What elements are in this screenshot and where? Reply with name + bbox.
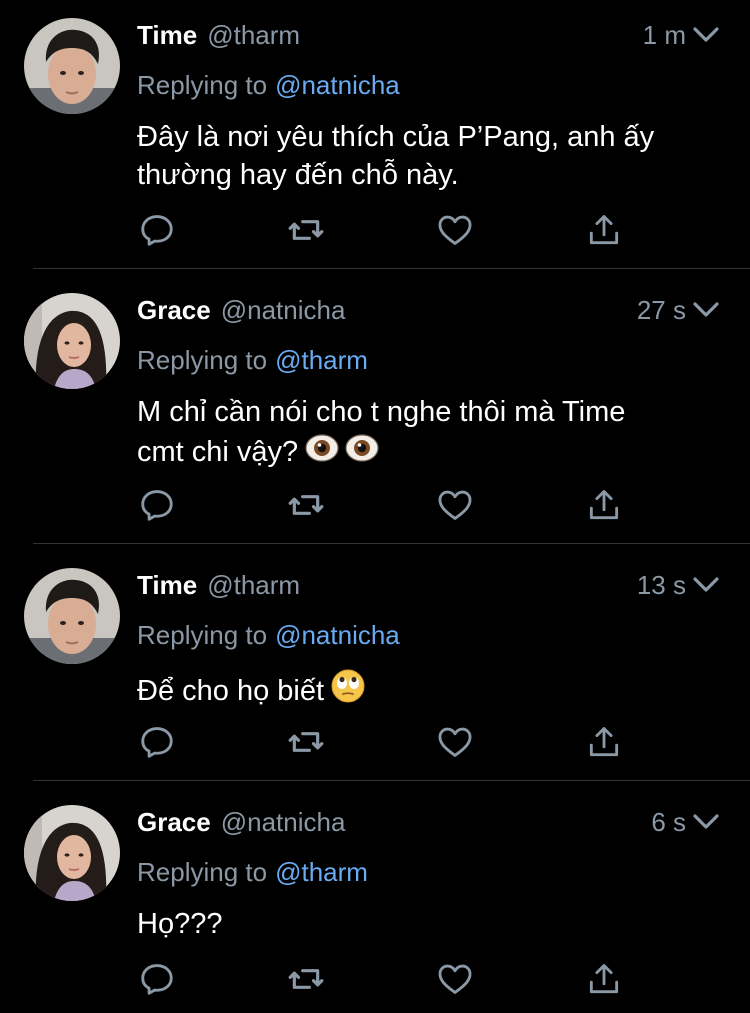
replying-label: Replying to bbox=[137, 857, 268, 887]
avatar[interactable] bbox=[24, 18, 120, 114]
tweet-text: Để cho họ biết bbox=[137, 668, 727, 714]
tweet[interactable]: Grace @natnicha 27 s Replying to @tharm M… bbox=[0, 269, 750, 543]
reply-icon bbox=[141, 727, 173, 758]
retweet-button[interactable] bbox=[286, 959, 326, 999]
heart-icon bbox=[438, 490, 472, 520]
like-button[interactable] bbox=[435, 959, 475, 999]
tweet[interactable]: Time @tharm 13 s Replying to @natnicha Để… bbox=[0, 544, 750, 780]
replying-to-line: Replying to @natnicha bbox=[137, 618, 400, 652]
tweet-text: Đây là nơi yêu thích của P’Pang, anh ấy … bbox=[137, 121, 655, 191]
replying-to-line: Replying to @tharm bbox=[137, 855, 368, 889]
user-handle[interactable]: @natnicha bbox=[221, 805, 346, 839]
display-name[interactable]: Grace bbox=[137, 293, 211, 327]
tweet-text: Họ??? bbox=[137, 908, 223, 940]
avatar-image-grace bbox=[24, 293, 120, 389]
heart-icon bbox=[438, 215, 472, 245]
timestamp: 27 s bbox=[636, 295, 686, 325]
retweet-button[interactable] bbox=[286, 722, 326, 762]
reply-icon bbox=[141, 490, 173, 521]
avatar[interactable] bbox=[24, 568, 120, 664]
chevron-down-icon[interactable] bbox=[692, 571, 720, 599]
like-button[interactable] bbox=[435, 485, 475, 525]
replying-label: Replying to bbox=[137, 70, 268, 100]
eye-roll-emoji bbox=[330, 668, 366, 714]
chevron-down-icon[interactable] bbox=[692, 296, 720, 324]
share-icon bbox=[589, 215, 619, 245]
replying-label: Replying to bbox=[137, 345, 268, 375]
share-button[interactable] bbox=[584, 210, 624, 250]
retweet-button[interactable] bbox=[286, 210, 326, 250]
user-handle[interactable]: @natnicha bbox=[221, 293, 346, 327]
timestamp: 6 s bbox=[651, 807, 686, 837]
share-icon bbox=[589, 964, 619, 994]
retweet-button[interactable] bbox=[286, 485, 326, 525]
tweet-header: Grace @natnicha 6 s bbox=[137, 805, 720, 839]
timestamp: 1 m bbox=[642, 20, 686, 50]
reply-button[interactable] bbox=[137, 485, 177, 525]
retweet-icon bbox=[288, 220, 324, 240]
eyes-emoji bbox=[304, 431, 382, 475]
tweet-header: Time @tharm 13 s bbox=[137, 568, 720, 602]
like-button[interactable] bbox=[435, 722, 475, 762]
reply-button[interactable] bbox=[137, 959, 177, 999]
tweet-text: M chỉ cần nói cho t nghe thôi mà Time cm… bbox=[137, 393, 727, 475]
tweet[interactable]: Time @tharm 1 m Replying to @natnicha Đây… bbox=[0, 0, 750, 268]
replying-to-line: Replying to @tharm bbox=[137, 343, 368, 377]
retweet-icon bbox=[288, 495, 324, 515]
user-handle[interactable]: @tharm bbox=[207, 568, 300, 602]
retweet-icon bbox=[288, 732, 324, 752]
avatar[interactable] bbox=[24, 805, 120, 901]
chevron-down-icon[interactable] bbox=[692, 21, 720, 49]
mention-link[interactable]: @tharm bbox=[275, 857, 368, 887]
tweet-header: Time @tharm 1 m bbox=[137, 18, 720, 52]
share-icon bbox=[589, 490, 619, 520]
replying-to-line: Replying to @natnicha bbox=[137, 68, 400, 102]
tweet[interactable]: Grace @natnicha 6 s Replying to @tharm Họ… bbox=[0, 781, 750, 1013]
mention-link[interactable]: @natnicha bbox=[275, 620, 400, 650]
timestamp: 13 s bbox=[636, 570, 686, 600]
share-button[interactable] bbox=[584, 722, 624, 762]
display-name[interactable]: Grace bbox=[137, 805, 211, 839]
heart-icon bbox=[438, 727, 472, 757]
display-name[interactable]: Time bbox=[137, 18, 197, 52]
reply-icon bbox=[141, 964, 173, 995]
avatar-image-time bbox=[24, 568, 120, 664]
reply-icon bbox=[141, 215, 173, 246]
share-button[interactable] bbox=[584, 959, 624, 999]
share-icon bbox=[589, 727, 619, 757]
reply-button[interactable] bbox=[137, 722, 177, 762]
mention-link[interactable]: @natnicha bbox=[275, 70, 400, 100]
retweet-icon bbox=[288, 969, 324, 989]
tweet-header: Grace @natnicha 27 s bbox=[137, 293, 720, 327]
user-handle[interactable]: @tharm bbox=[207, 18, 300, 52]
mention-link[interactable]: @tharm bbox=[275, 345, 368, 375]
avatar-image-grace bbox=[24, 805, 120, 901]
chevron-down-icon[interactable] bbox=[692, 808, 720, 836]
reply-button[interactable] bbox=[137, 210, 177, 250]
share-button[interactable] bbox=[584, 485, 624, 525]
like-button[interactable] bbox=[435, 210, 475, 250]
heart-icon bbox=[438, 964, 472, 994]
tweet-text-content: Để cho họ biết bbox=[137, 675, 325, 707]
replying-label: Replying to bbox=[137, 620, 268, 650]
avatar-image-time bbox=[24, 18, 120, 114]
display-name[interactable]: Time bbox=[137, 568, 197, 602]
avatar[interactable] bbox=[24, 293, 120, 389]
